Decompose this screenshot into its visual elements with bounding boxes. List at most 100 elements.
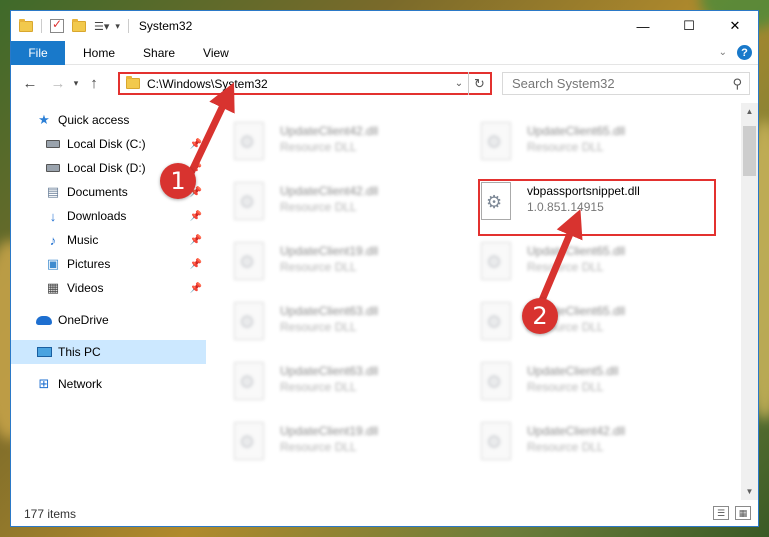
file-item[interactable]: UpdateClient42.dll Resource DLL xyxy=(208,178,428,228)
ribbon-right: ⌄ ? xyxy=(719,45,752,60)
qat-dropdown-icon[interactable]: ▾ xyxy=(115,21,120,32)
properties-icon[interactable] xyxy=(50,17,64,33)
address-bar[interactable]: C:\Windows\System32 ⌄ ↻ xyxy=(118,72,492,95)
up-button[interactable]: ↑ xyxy=(83,72,105,94)
pin-icon[interactable]: 📌 xyxy=(190,139,202,150)
details-view-icon[interactable]: ☰ xyxy=(713,506,729,520)
dll-file-icon xyxy=(234,422,264,460)
sidebar-item-label: Quick access xyxy=(58,113,130,127)
title-bar: ☰▾ ▾ System32 — ☐ ✕ xyxy=(11,11,758,41)
refresh-button[interactable]: ↻ xyxy=(468,72,490,95)
sidebar-item-videos[interactable]: ▦ Videos 📌 xyxy=(11,276,206,300)
folder-icon xyxy=(19,18,33,32)
divider xyxy=(127,19,129,33)
explorer-window: ☰▾ ▾ System32 — ☐ ✕ File Home Share View… xyxy=(10,10,759,527)
file-type: Resource DLL xyxy=(527,380,604,394)
file-item[interactable]: UpdateClient65.dll Resource DLL xyxy=(455,118,675,168)
file-item[interactable]: UpdateClient19.dll Resource DLL xyxy=(208,238,428,288)
large-icons-view-icon[interactable]: ▦ xyxy=(735,506,751,520)
drive-icon xyxy=(45,136,61,152)
sidebar-item-this-pc[interactable]: This PC xyxy=(11,340,206,364)
tab-share[interactable]: Share xyxy=(129,41,189,65)
scroll-down-icon[interactable]: ▼ xyxy=(741,483,758,500)
dll-file-icon xyxy=(234,122,264,160)
file-name: UpdateClient42.dll xyxy=(527,424,626,438)
file-item[interactable]: UpdateClient19.dll Resource DLL xyxy=(208,418,428,468)
sidebar-item-local-disk-c[interactable]: Local Disk (C:) 📌 xyxy=(11,132,206,156)
file-name: UpdateClient19.dll xyxy=(280,244,379,258)
new-folder-icon[interactable] xyxy=(72,18,86,32)
sidebar-item-network[interactable]: ⊞ Network xyxy=(11,372,206,396)
file-list: UpdateClient42.dll Resource DLL UpdateCl… xyxy=(208,103,742,500)
file-name: UpdateClient42.dll xyxy=(280,124,379,138)
divider xyxy=(41,19,42,33)
sidebar-item-downloads[interactable]: ↓ Downloads 📌 xyxy=(11,204,206,228)
sidebar-item-onedrive[interactable]: OneDrive xyxy=(11,308,206,332)
sidebar-item-pictures[interactable]: ▣ Pictures 📌 xyxy=(11,252,206,276)
dll-file-icon xyxy=(234,362,264,400)
search-icon[interactable]: ⚲ xyxy=(732,76,742,92)
sidebar-item-quick-access[interactable]: ★ Quick access xyxy=(11,108,206,132)
file-name: UpdateClient42.dll xyxy=(280,184,379,198)
music-icon: ♪ xyxy=(49,232,57,248)
vertical-scrollbar[interactable]: ▲ ▼ xyxy=(741,103,758,500)
file-name: UpdateClient19.dll xyxy=(280,424,379,438)
file-item[interactable]: UpdateClient42.dll Resource DLL xyxy=(208,118,428,168)
tab-file[interactable]: File xyxy=(11,40,65,65)
sidebar-item-label: Pictures xyxy=(67,257,111,271)
file-item[interactable]: UpdateClient5.dll Resource DLL xyxy=(455,358,675,408)
scroll-up-icon[interactable]: ▲ xyxy=(741,103,758,120)
scroll-thumb[interactable] xyxy=(743,126,756,176)
file-item[interactable]: UpdateClient63.dll Resource DLL xyxy=(208,358,428,408)
drive-icon xyxy=(45,160,61,176)
sidebar-item-label: Documents xyxy=(67,185,128,199)
file-item[interactable]: UpdateClient65.dll Resource DLL xyxy=(455,298,675,348)
pin-icon[interactable]: 📌 xyxy=(190,283,202,294)
view-buttons: ☰ ▦ xyxy=(713,506,751,520)
address-path[interactable]: C:\Windows\System32 xyxy=(147,77,268,91)
recent-locations-button[interactable]: ▾ xyxy=(69,72,83,94)
highlight-box xyxy=(478,179,716,236)
file-type: Resource DLL xyxy=(527,140,604,154)
file-item[interactable]: UpdateClient65.dll Resource DLL xyxy=(455,238,675,288)
pin-icon[interactable]: 📌 xyxy=(190,259,202,270)
file-type: Resource DLL xyxy=(280,440,357,454)
sidebar-item-music[interactable]: ♪ Music 📌 xyxy=(11,228,206,252)
tab-home[interactable]: Home xyxy=(69,41,129,65)
expand-ribbon-icon[interactable]: ⌄ xyxy=(719,47,727,58)
help-icon[interactable]: ? xyxy=(737,45,752,60)
sidebar-item-label: Music xyxy=(67,233,99,247)
address-dropdown-icon[interactable]: ⌄ xyxy=(450,74,468,93)
navigation-bar: ← → ▾ ↑ C:\Windows\System32 ⌄ ↻ Search S… xyxy=(11,66,758,100)
file-type: Resource DLL xyxy=(527,260,604,274)
minimize-button[interactable]: — xyxy=(620,11,666,41)
window-title: System32 xyxy=(138,19,193,33)
close-button[interactable]: ✕ xyxy=(712,11,758,41)
file-name: UpdateClient5.dll xyxy=(527,364,619,378)
dll-file-icon xyxy=(481,242,511,280)
network-icon: ⊞ xyxy=(38,376,50,391)
back-button[interactable]: ← xyxy=(19,72,41,94)
search-input[interactable]: Search System32 ⚲ xyxy=(502,72,750,95)
dll-file-icon xyxy=(481,362,511,400)
dll-file-icon xyxy=(234,302,264,340)
forward-button[interactable]: → xyxy=(47,72,69,94)
customize-toolbar-icon[interactable]: ☰▾ xyxy=(94,20,109,33)
sidebar-item-label: Local Disk (C:) xyxy=(67,137,146,151)
sidebar-item-label: Local Disk (D:) xyxy=(67,161,146,175)
documents-icon: ▤ xyxy=(46,184,60,199)
file-name: UpdateClient63.dll xyxy=(280,304,379,318)
ribbon-tabs: File Home Share View ⌄ ? xyxy=(11,40,758,65)
maximize-button[interactable]: ☐ xyxy=(666,11,712,41)
pin-icon[interactable]: 📌 xyxy=(190,235,202,246)
file-item[interactable]: UpdateClient63.dll Resource DLL xyxy=(208,298,428,348)
file-name: UpdateClient65.dll xyxy=(527,124,626,138)
sidebar-item-label: This PC xyxy=(58,345,101,359)
star-icon: ★ xyxy=(38,112,50,127)
pin-icon[interactable]: 📌 xyxy=(190,211,202,222)
tab-view[interactable]: View xyxy=(189,41,243,65)
file-type: Resource DLL xyxy=(280,380,357,394)
folder-icon xyxy=(126,76,140,89)
file-item[interactable]: UpdateClient42.dll Resource DLL xyxy=(455,418,675,468)
window-controls: — ☐ ✕ xyxy=(620,11,758,41)
